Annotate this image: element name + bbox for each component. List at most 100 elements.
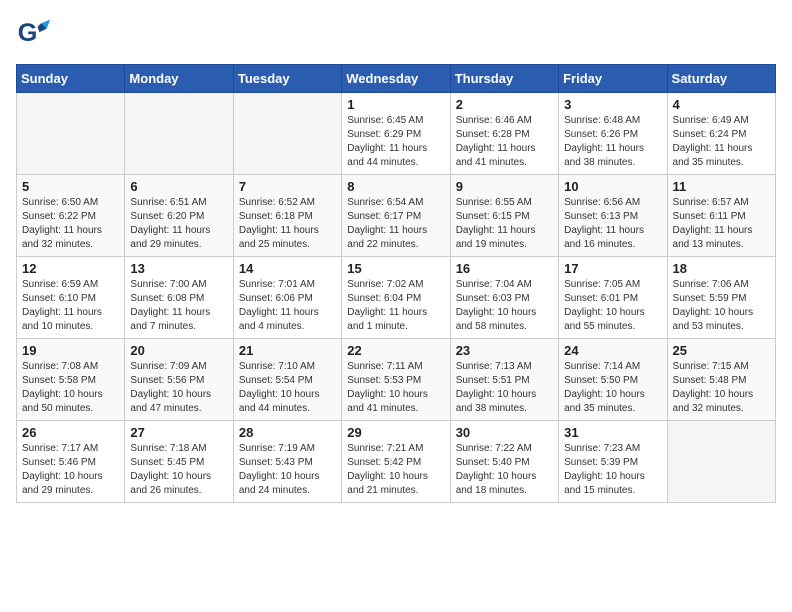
day-number: 6 — [130, 179, 227, 194]
calendar-cell: 10Sunrise: 6:56 AM Sunset: 6:13 PM Dayli… — [559, 175, 667, 257]
day-number: 22 — [347, 343, 444, 358]
day-info: Sunrise: 6:59 AM Sunset: 6:10 PM Dayligh… — [22, 278, 119, 334]
calendar-week-5: 26Sunrise: 7:17 AM Sunset: 5:46 PM Dayli… — [17, 421, 776, 503]
calendar-week-2: 5 Sunrise: 6:50 AM Sunset: 6:22 PM Daylig… — [17, 175, 776, 257]
calendar-cell: 16 Sunrise: 7:04 AM Sunset: 6:03 PM Dayli… — [450, 257, 558, 339]
calendar-cell: 30 Sunrise: 7:22 AM Sunset: 5:40 PM Dayli… — [450, 421, 558, 503]
svg-text:G: G — [18, 19, 38, 47]
day-number: 24 — [564, 343, 661, 358]
day-info: Sunrise: 7:06 AM Sunset: 5:59 PM Dayligh… — [673, 278, 770, 334]
day-number: 1 — [347, 97, 444, 112]
calendar-cell: 28 Sunrise: 7:19 AM Sunset: 5:43 PM Dayli… — [233, 421, 341, 503]
day-number: 5 — [22, 179, 119, 194]
day-number: 27 — [130, 425, 227, 440]
day-info: Sunrise: 7:00 AM Sunset: 6:08 PM Dayligh… — [130, 278, 227, 334]
day-number: 17 — [564, 261, 661, 276]
day-number: 4 — [673, 97, 770, 112]
day-number: 9 — [456, 179, 553, 194]
day-info: Sunrise: 6:51 AM Sunset: 6:20 PM Dayligh… — [130, 196, 227, 252]
day-header-friday: Friday — [559, 65, 667, 93]
day-number: 2 — [456, 97, 553, 112]
calendar-cell: 9 Sunrise: 6:55 AM Sunset: 6:15 PM Daylig… — [450, 175, 558, 257]
logo-icon: G — [16, 16, 52, 52]
calendar-week-1: 1 Sunrise: 6:45 AM Sunset: 6:29 PM Daylig… — [17, 93, 776, 175]
calendar-cell: 1 Sunrise: 6:45 AM Sunset: 6:29 PM Daylig… — [342, 93, 450, 175]
calendar-cell: 6 Sunrise: 6:51 AM Sunset: 6:20 PM Daylig… — [125, 175, 233, 257]
day-number: 14 — [239, 261, 336, 276]
day-info: Sunrise: 7:18 AM Sunset: 5:45 PM Dayligh… — [130, 442, 227, 498]
day-info: Sunrise: 7:09 AM Sunset: 5:56 PM Dayligh… — [130, 360, 227, 416]
day-info: Sunrise: 6:56 AM Sunset: 6:13 PM Dayligh… — [564, 196, 661, 252]
calendar-cell: 3Sunrise: 6:48 AM Sunset: 6:26 PM Daylig… — [559, 93, 667, 175]
calendar-cell: 22 Sunrise: 7:11 AM Sunset: 5:53 PM Dayli… — [342, 339, 450, 421]
calendar-week-4: 19 Sunrise: 7:08 AM Sunset: 5:58 PM Dayli… — [17, 339, 776, 421]
day-number: 7 — [239, 179, 336, 194]
day-info: Sunrise: 7:19 AM Sunset: 5:43 PM Dayligh… — [239, 442, 336, 498]
calendar-cell: 24Sunrise: 7:14 AM Sunset: 5:50 PM Dayli… — [559, 339, 667, 421]
day-info: Sunrise: 7:13 AM Sunset: 5:51 PM Dayligh… — [456, 360, 553, 416]
day-info: Sunrise: 6:50 AM Sunset: 6:22 PM Dayligh… — [22, 196, 119, 252]
day-number: 31 — [564, 425, 661, 440]
calendar-cell: 7 Sunrise: 6:52 AM Sunset: 6:18 PM Daylig… — [233, 175, 341, 257]
calendar-cell: 20 Sunrise: 7:09 AM Sunset: 5:56 PM Dayli… — [125, 339, 233, 421]
day-header-thursday: Thursday — [450, 65, 558, 93]
calendar-cell: 2Sunrise: 6:46 AM Sunset: 6:28 PM Daylig… — [450, 93, 558, 175]
calendar-cell — [233, 93, 341, 175]
calendar-cell: 21 Sunrise: 7:10 AM Sunset: 5:54 PM Dayli… — [233, 339, 341, 421]
calendar-header-row: SundayMondayTuesdayWednesdayThursdayFrid… — [17, 65, 776, 93]
calendar-cell: 25Sunrise: 7:15 AM Sunset: 5:48 PM Dayli… — [667, 339, 775, 421]
day-number: 23 — [456, 343, 553, 358]
calendar-cell: 12 Sunrise: 6:59 AM Sunset: 6:10 PM Dayli… — [17, 257, 125, 339]
calendar-cell: 31 Sunrise: 7:23 AM Sunset: 5:39 PM Dayli… — [559, 421, 667, 503]
day-number: 13 — [130, 261, 227, 276]
calendar-cell: 13 Sunrise: 7:00 AM Sunset: 6:08 PM Dayli… — [125, 257, 233, 339]
calendar-cell: 19 Sunrise: 7:08 AM Sunset: 5:58 PM Dayli… — [17, 339, 125, 421]
day-info: Sunrise: 6:49 AM Sunset: 6:24 PM Dayligh… — [673, 114, 770, 170]
calendar-cell: 26Sunrise: 7:17 AM Sunset: 5:46 PM Dayli… — [17, 421, 125, 503]
day-info: Sunrise: 7:10 AM Sunset: 5:54 PM Dayligh… — [239, 360, 336, 416]
calendar-cell — [17, 93, 125, 175]
calendar-cell: 4 Sunrise: 6:49 AM Sunset: 6:24 PM Daylig… — [667, 93, 775, 175]
calendar-cell: 8 Sunrise: 6:54 AM Sunset: 6:17 PM Daylig… — [342, 175, 450, 257]
calendar-cell: 14 Sunrise: 7:01 AM Sunset: 6:06 PM Dayli… — [233, 257, 341, 339]
calendar-cell: 23 Sunrise: 7:13 AM Sunset: 5:51 PM Dayli… — [450, 339, 558, 421]
calendar-cell: 11 Sunrise: 6:57 AM Sunset: 6:11 PM Dayli… — [667, 175, 775, 257]
header: G — [16, 16, 776, 52]
day-header-wednesday: Wednesday — [342, 65, 450, 93]
day-number: 12 — [22, 261, 119, 276]
calendar-cell: 15 Sunrise: 7:02 AM Sunset: 6:04 PM Dayli… — [342, 257, 450, 339]
day-number: 28 — [239, 425, 336, 440]
day-number: 3 — [564, 97, 661, 112]
day-number: 16 — [456, 261, 553, 276]
calendar-week-3: 12 Sunrise: 6:59 AM Sunset: 6:10 PM Dayli… — [17, 257, 776, 339]
day-info: Sunrise: 6:45 AM Sunset: 6:29 PM Dayligh… — [347, 114, 444, 170]
calendar-cell: 5 Sunrise: 6:50 AM Sunset: 6:22 PM Daylig… — [17, 175, 125, 257]
calendar: SundayMondayTuesdayWednesdayThursdayFrid… — [16, 64, 776, 503]
day-number: 30 — [456, 425, 553, 440]
day-info: Sunrise: 7:11 AM Sunset: 5:53 PM Dayligh… — [347, 360, 444, 416]
day-info: Sunrise: 7:08 AM Sunset: 5:58 PM Dayligh… — [22, 360, 119, 416]
day-header-monday: Monday — [125, 65, 233, 93]
day-info: Sunrise: 7:23 AM Sunset: 5:39 PM Dayligh… — [564, 442, 661, 498]
day-number: 11 — [673, 179, 770, 194]
day-number: 15 — [347, 261, 444, 276]
calendar-cell: 29Sunrise: 7:21 AM Sunset: 5:42 PM Dayli… — [342, 421, 450, 503]
day-info: Sunrise: 7:01 AM Sunset: 6:06 PM Dayligh… — [239, 278, 336, 334]
day-header-sunday: Sunday — [17, 65, 125, 93]
day-info: Sunrise: 6:55 AM Sunset: 6:15 PM Dayligh… — [456, 196, 553, 252]
day-number: 20 — [130, 343, 227, 358]
day-info: Sunrise: 7:04 AM Sunset: 6:03 PM Dayligh… — [456, 278, 553, 334]
day-number: 21 — [239, 343, 336, 358]
day-info: Sunrise: 7:21 AM Sunset: 5:42 PM Dayligh… — [347, 442, 444, 498]
day-info: Sunrise: 7:02 AM Sunset: 6:04 PM Dayligh… — [347, 278, 444, 334]
day-header-saturday: Saturday — [667, 65, 775, 93]
day-number: 8 — [347, 179, 444, 194]
calendar-cell — [667, 421, 775, 503]
day-info: Sunrise: 6:52 AM Sunset: 6:18 PM Dayligh… — [239, 196, 336, 252]
day-header-tuesday: Tuesday — [233, 65, 341, 93]
day-info: Sunrise: 6:57 AM Sunset: 6:11 PM Dayligh… — [673, 196, 770, 252]
calendar-cell — [125, 93, 233, 175]
day-number: 19 — [22, 343, 119, 358]
day-info: Sunrise: 6:54 AM Sunset: 6:17 PM Dayligh… — [347, 196, 444, 252]
day-info: Sunrise: 7:22 AM Sunset: 5:40 PM Dayligh… — [456, 442, 553, 498]
